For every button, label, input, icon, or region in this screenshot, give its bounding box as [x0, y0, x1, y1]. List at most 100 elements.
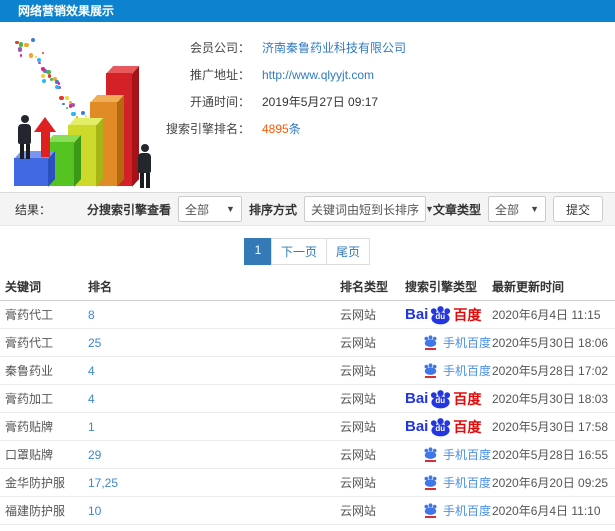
rank-link[interactable]: 29 — [88, 448, 101, 462]
article-type-label: 文章类型 — [433, 201, 481, 218]
article-type-select[interactable]: 全部 ▼ — [488, 196, 546, 222]
company-label: 会员公司： — [158, 39, 250, 56]
confetti-dot — [42, 79, 46, 83]
baidu-pc-logo: Baidu百度 — [405, 305, 492, 325]
info-row-url: 推广地址： http://www.qlyyjt.com — [158, 61, 406, 88]
column-header-engine-type: 搜索引擎类型 — [400, 273, 492, 301]
confetti-dot — [42, 52, 45, 55]
updated-cell: 2020年5月28日 17:02 — [492, 364, 608, 378]
rank-link[interactable]: 4 — [88, 392, 95, 406]
updated-cell: 2020年6月4日 11:10 — [492, 504, 601, 518]
baidu-pc-logo: Baidu百度 — [405, 417, 492, 437]
table-row: 秦鲁药业4云网站手机百度2020年5月28日 17:02 — [0, 357, 615, 385]
rank-count-unit: 条 — [289, 122, 301, 136]
keyword-cell: 口罩贴牌 — [5, 448, 53, 462]
confetti-dot — [24, 43, 29, 48]
updated-cell: 2020年5月30日 18:03 — [492, 392, 608, 406]
baidu-mobile-badge: 手机百度 — [423, 362, 492, 379]
baidu-mobile-paw-icon — [423, 475, 438, 490]
baidu-paw-icon: du — [429, 417, 452, 437]
table-row: 福建防护服10云网站手机百度2020年6月4日 11:10 — [0, 497, 615, 525]
next-page-button[interactable]: 下一页 — [271, 238, 327, 265]
updated-cell: 2020年5月30日 18:06 — [492, 336, 608, 350]
rankings-table: 关键词 排名 排名类型 搜索引擎类型 最新更新时间 膏药代工8云网站Baidu百… — [0, 273, 615, 531]
article-type-select-value: 全部 — [495, 201, 519, 218]
rank-type-cell: 云网站 — [340, 392, 376, 406]
baidu-logo-bai-text: Bai — [405, 418, 428, 435]
submit-button[interactable]: 提交 — [553, 196, 603, 222]
table-row: 膏药代工25云网站手机百度2020年5月30日 18:06 — [0, 329, 615, 357]
businessman-figure-left — [18, 115, 31, 159]
rank-link[interactable]: 8 — [88, 308, 95, 322]
baidu-pc-logo: Baidu百度 — [405, 389, 492, 409]
chart-bar-blue — [14, 158, 48, 186]
baidu-mobile-badge: 手机百度 — [423, 334, 492, 351]
table-row: 膏药代工8云网站Baidu百度2020年6月4日 11:15 — [0, 301, 615, 329]
rank-type-cell: 云网站 — [340, 504, 376, 518]
confetti-dot — [41, 74, 44, 77]
confetti-dot — [71, 112, 75, 116]
company-name-link[interactable]: 济南秦鲁药业科技有限公司 — [262, 39, 406, 56]
last-page-button[interactable]: 尾页 — [326, 238, 370, 265]
column-header-keyword: 关键词 — [0, 273, 83, 301]
baidu-logo-du-text: du — [435, 397, 445, 405]
rank-count-number: 4895 — [262, 122, 289, 136]
confetti-dot — [19, 42, 24, 47]
column-header-rank-type: 排名类型 — [335, 273, 400, 301]
rank-link[interactable]: 17,25 — [88, 476, 118, 490]
updated-cell: 2020年5月30日 17:58 — [492, 420, 608, 434]
rank-count-label: 搜索引擎排名： — [158, 120, 250, 137]
rank-count-value: 4895条 — [262, 120, 301, 137]
pagination: 1 下一页 尾页 — [0, 238, 615, 265]
keyword-cell: 福建防护服 — [5, 504, 65, 518]
confetti-dot — [65, 96, 69, 100]
promo-url-label: 推广地址： — [158, 66, 250, 83]
baidu-mobile-label: 手机百度 — [443, 474, 491, 491]
engine-select[interactable]: 全部 ▼ — [178, 196, 242, 222]
rank-link[interactable]: 10 — [88, 504, 101, 518]
confetti-dot — [59, 96, 63, 100]
confetti-dot — [41, 67, 45, 71]
column-header-rank: 排名 — [83, 273, 335, 301]
baidu-logo-brand-text: 百度 — [453, 389, 481, 409]
company-info-fields: 会员公司： 济南秦鲁药业科技有限公司 推广地址： http://www.qlyy… — [158, 34, 406, 142]
baidu-paw-icon: du — [429, 305, 452, 325]
page-button-1[interactable]: 1 — [244, 238, 272, 265]
table-row: 金华防护服17,25云网站手机百度2020年6月20日 09:25 — [0, 469, 615, 497]
keyword-cell: 膏药代工 — [5, 336, 53, 350]
baidu-mobile-badge: 手机百度 — [423, 474, 492, 491]
baidu-mobile-label: 手机百度 — [443, 362, 491, 379]
updated-cell: 2020年6月20日 09:25 — [492, 476, 608, 490]
engine-select-value: 全部 — [185, 201, 209, 218]
sort-select[interactable]: 关键词由短到长排序 ▼ — [304, 196, 426, 222]
baidu-paw-icon: du — [429, 389, 452, 409]
table-header-row: 关键词 排名 排名类型 搜索引擎类型 最新更新时间 — [0, 273, 615, 301]
promo-url-link[interactable]: http://www.qlyyjt.com — [262, 68, 374, 82]
confetti-dot — [69, 104, 72, 107]
sort-select-value: 关键词由短到长排序 — [311, 201, 419, 218]
open-time-value: 2019年5月27日 09:17 — [262, 93, 378, 110]
baidu-logo-du-text: du — [435, 425, 445, 433]
rank-link[interactable]: 1 — [88, 420, 95, 434]
result-label: 结果： — [15, 201, 51, 218]
rank-type-cell: 云网站 — [340, 448, 376, 462]
sort-filter-label: 排序方式 — [249, 201, 297, 218]
baidu-mobile-label: 手机百度 — [443, 334, 491, 351]
baidu-mobile-paw-icon — [423, 335, 438, 350]
rank-link[interactable]: 4 — [88, 364, 95, 378]
rank-type-cell: 云网站 — [340, 364, 376, 378]
confetti-dot — [66, 107, 68, 109]
confetti-dot — [20, 54, 22, 56]
confetti-dot — [50, 78, 53, 81]
confetti-dot — [81, 111, 85, 115]
rank-link[interactable]: 25 — [88, 336, 101, 350]
table-row: 膏药贴牌1云网站Baidu百度2020年5月30日 17:58 — [0, 413, 615, 441]
rank-type-cell: 云网站 — [340, 476, 376, 490]
confetti-dot — [18, 47, 23, 52]
company-info-section: 会员公司： 济南秦鲁药业科技有限公司 推广地址： http://www.qlyy… — [0, 22, 615, 192]
caret-down-icon: ▼ — [226, 204, 235, 214]
confetti-dot — [38, 62, 40, 64]
updated-cell: 2020年5月28日 16:55 — [492, 448, 608, 462]
baidu-mobile-badge: 手机百度 — [423, 446, 492, 463]
confetti-dot — [15, 41, 19, 45]
